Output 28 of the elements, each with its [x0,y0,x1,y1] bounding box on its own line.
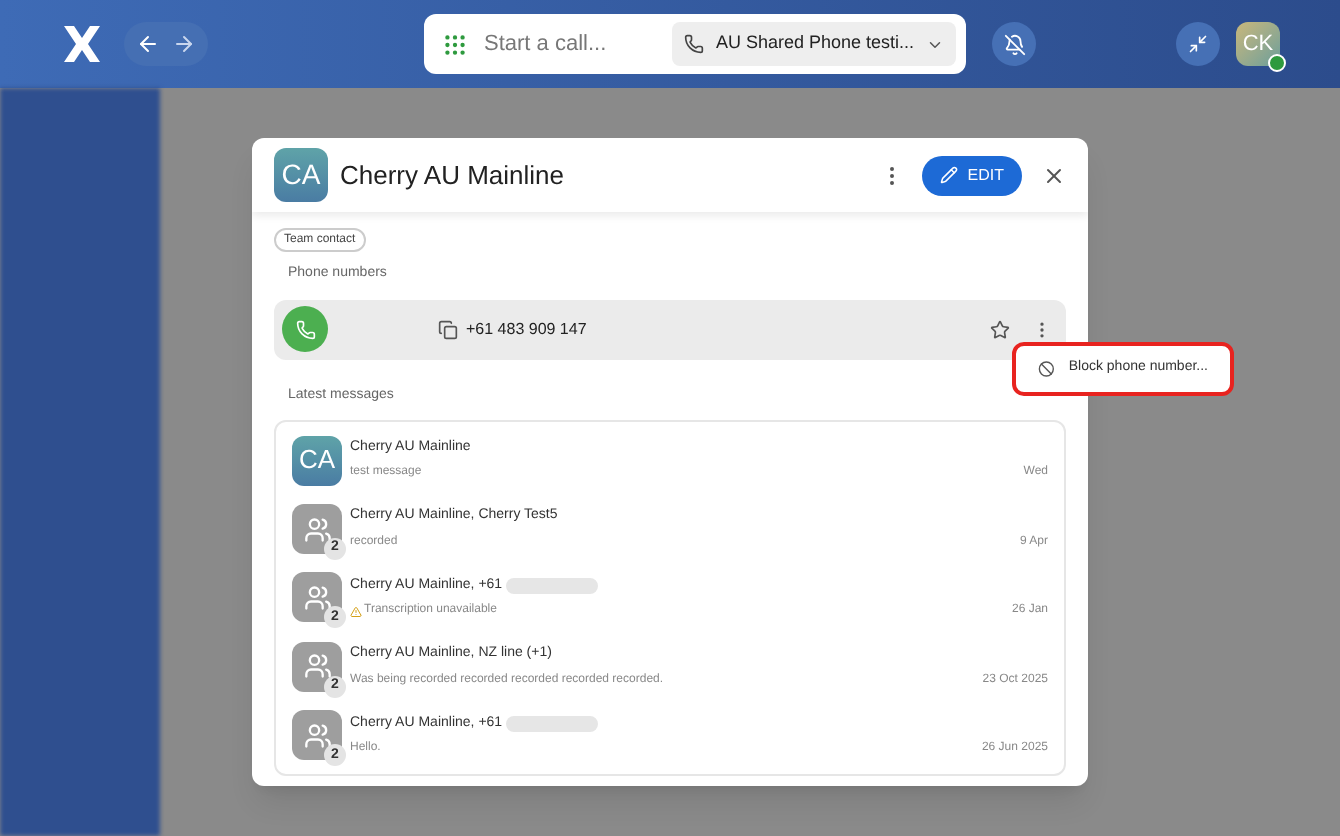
phone-number-row[interactable]: +61 483 909 147 [274,299,1066,359]
logo-icon [60,24,104,64]
close-icon[interactable] [1042,163,1066,187]
call-search-field[interactable]: Start a call... [484,27,664,61]
contact-avatar: CA [292,435,342,486]
pencil-icon [939,166,958,184]
back-icon[interactable] [136,32,160,56]
edit-button[interactable]: EDIT [921,155,1022,195]
phone-icon [295,319,315,339]
contact-avatar: CA [274,148,328,202]
call-button[interactable] [282,306,328,352]
star-icon[interactable] [990,319,1010,339]
phone-number: +61 483 909 147 [466,317,587,341]
group-avatar [292,504,342,555]
minimize-icon [1188,34,1208,54]
minimize-button[interactable] [1176,22,1220,66]
group-avatar [292,710,342,761]
dialpad-icon[interactable] [442,31,468,57]
muted-bell-icon [1003,33,1025,55]
do-not-disturb-button[interactable] [992,22,1036,66]
group-avatar [292,641,342,692]
block-icon [1038,360,1055,378]
forward-icon[interactable] [172,32,196,56]
phone-icon [683,34,704,54]
group-avatar [292,572,342,623]
line-selector[interactable]: AU Shared Phone testi... [671,22,956,66]
copy-icon[interactable] [438,319,458,339]
contact-name: Cherry AU Mainline [340,157,564,194]
